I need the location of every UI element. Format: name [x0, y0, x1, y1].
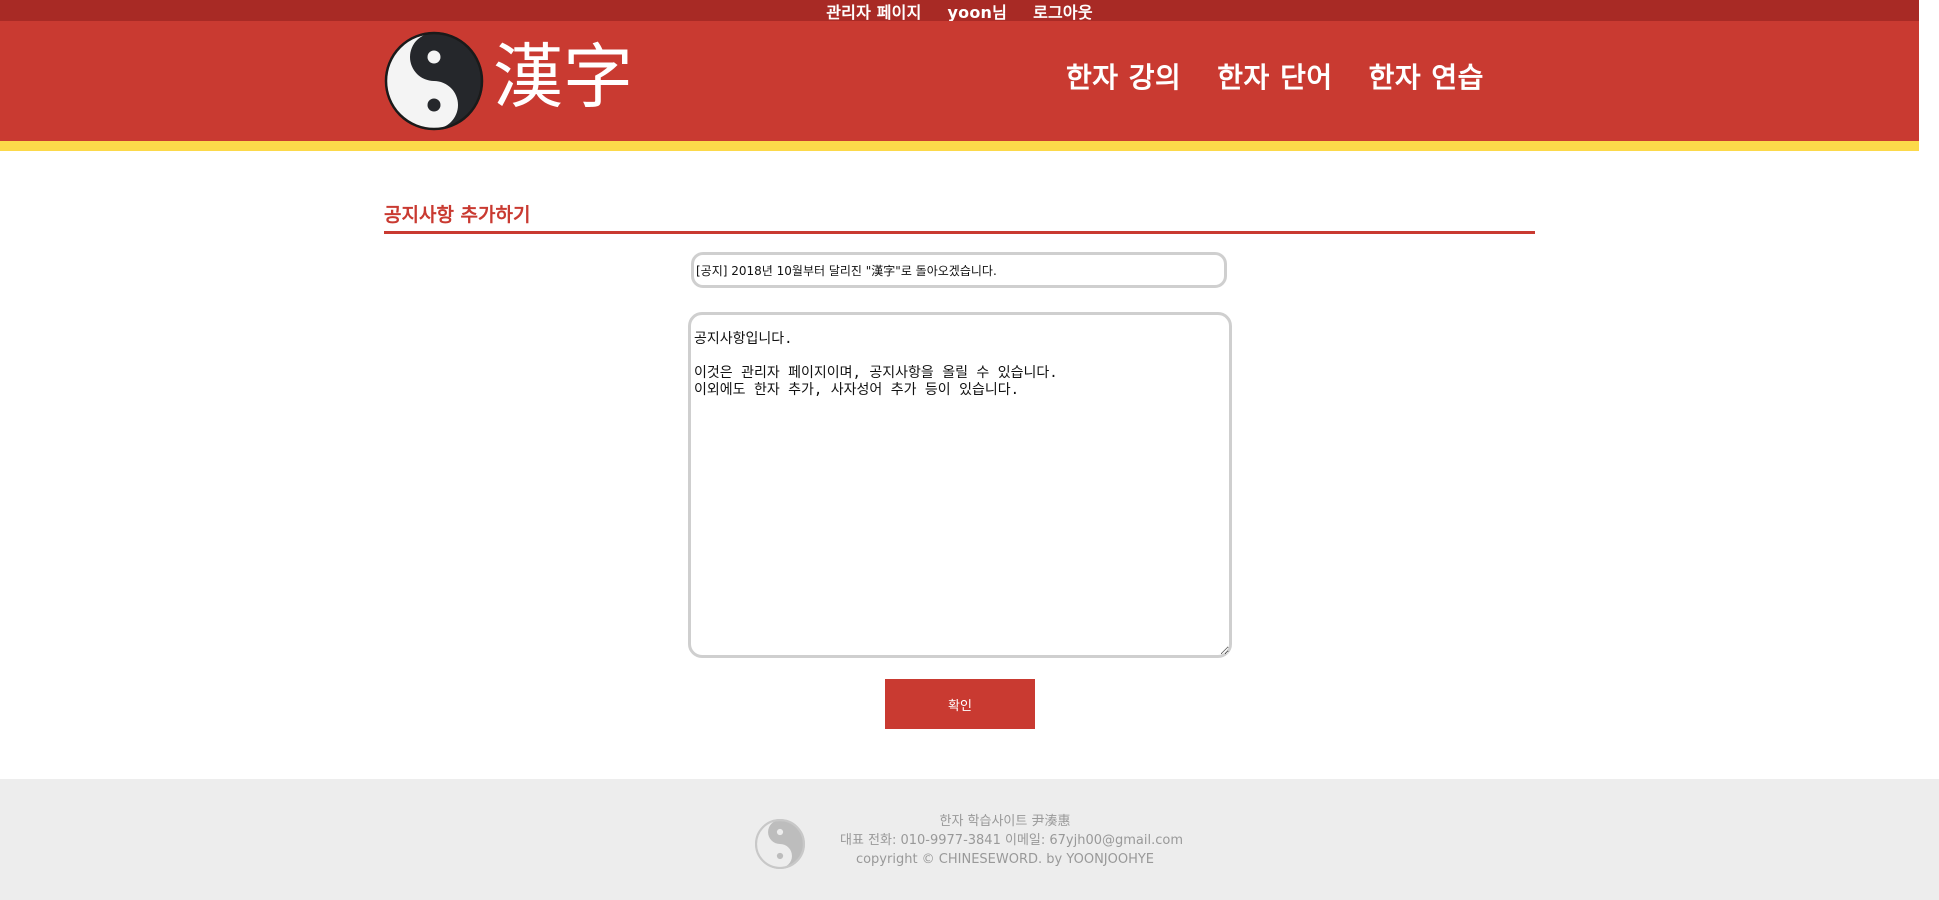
page-title: 공지사항 추가하기: [384, 200, 1535, 234]
user-greeting[interactable]: yoon님: [948, 0, 1008, 23]
site-header: [0, 21, 1919, 141]
logo-text: 漢字: [493, 36, 633, 118]
nav-item-hanja-practice[interactable]: 한자 연습: [1369, 56, 1484, 96]
footer-contact: 대표 전화: 010-9977-3841 이메일: 67yjh00@gmail.…: [840, 833, 1184, 848]
footer-yin-yang-icon: [755, 819, 805, 869]
footer-info: 한자 학습사이트 尹湊惠 대표 전화: 010-9977-3841 이메일: 6…: [840, 812, 1184, 869]
admin-page-link[interactable]: 관리자 페이지: [826, 0, 921, 23]
nav-item-hanja-words[interactable]: 한자 단어: [1217, 56, 1332, 96]
yin-yang-icon: [384, 31, 484, 131]
notice-body-textarea[interactable]: 공지사항입니다. 이것은 관리자 페이지이며, 공지사항을 올릴 수 있습니다.…: [688, 312, 1232, 658]
header-accent-stripe: [0, 141, 1919, 151]
top-utility-bar: 관리자 페이지 yoon님 로그아웃: [0, 0, 1919, 23]
notice-title-input[interactable]: [691, 252, 1227, 288]
nav-item-hanja-lecture[interactable]: 한자 강의: [1066, 56, 1181, 96]
confirm-button[interactable]: 확인: [885, 679, 1035, 729]
logout-link[interactable]: 로그아웃: [1033, 0, 1093, 23]
footer-site-name: 한자 학습사이트 尹湊惠: [939, 814, 1071, 829]
footer-copyright: copyright © CHINESEWORD. by YOONJOOHYE: [855, 852, 1155, 867]
site-logo[interactable]: 漢字: [384, 31, 633, 131]
page: 관리자 페이지 yoon님 로그아웃 漢字 한자 강의 한자 단어 한자 연습 …: [0, 0, 1939, 900]
main-nav: 한자 강의 한자 단어 한자 연습: [1066, 56, 1484, 96]
